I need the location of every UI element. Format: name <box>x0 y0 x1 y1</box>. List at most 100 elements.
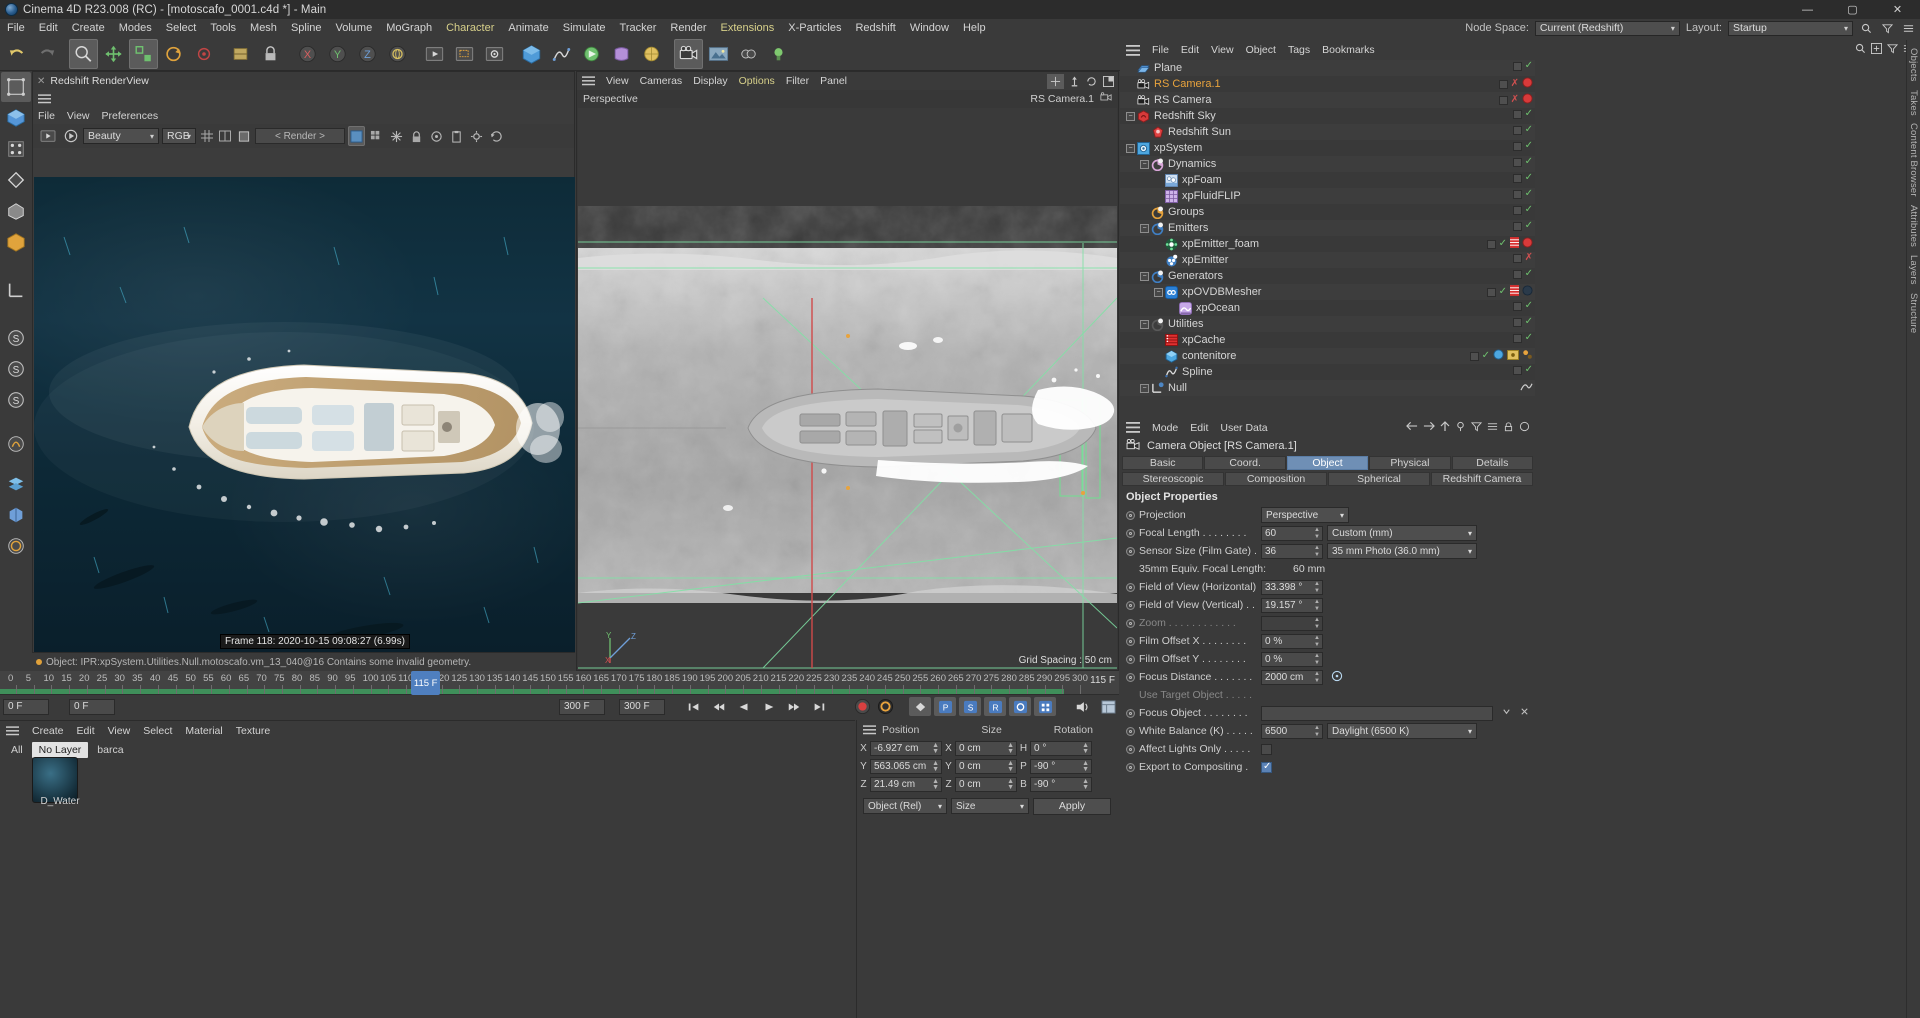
redshift-object-tag[interactable] <box>1522 77 1533 91</box>
object-tree-row[interactable]: −xpOVDBMesher✓ <box>1120 284 1535 300</box>
render-play-icon[interactable] <box>37 126 59 146</box>
om-menu-tags[interactable]: Tags <box>1288 44 1310 56</box>
object-tree-row[interactable]: RS Camera.1✗ <box>1120 76 1535 92</box>
dock-tab-attributes[interactable]: Attributes <box>1907 197 1919 247</box>
object-tree-row[interactable]: Spline✓ <box>1120 364 1535 380</box>
close-icon[interactable]: ✕ <box>37 76 45 87</box>
menu-mograph[interactable]: MoGraph <box>379 19 439 37</box>
object-tree-row[interactable]: −Dynamics✓ <box>1120 156 1535 172</box>
tool-edge-mode[interactable] <box>1 165 31 195</box>
redshift-object-tag[interactable] <box>1522 93 1533 107</box>
sound-icon[interactable] <box>1072 697 1094 716</box>
object-tree-row[interactable]: xpEmitter✗ <box>1120 252 1535 268</box>
object-tree-row[interactable]: xpOcean✓ <box>1120 300 1535 316</box>
z-axis-lock[interactable]: Z <box>353 39 382 69</box>
render-region-button[interactable] <box>450 39 479 69</box>
menu-create[interactable]: Create <box>65 19 112 37</box>
tree-expander-icon[interactable]: − <box>1140 384 1149 393</box>
object-tree-row[interactable]: −Redshift Sky✓ <box>1120 108 1535 124</box>
tool-layer-3[interactable] <box>1 531 31 561</box>
menu-help[interactable]: Help <box>956 19 993 37</box>
clipboard-icon[interactable] <box>448 126 465 146</box>
pick-icon[interactable] <box>428 126 445 146</box>
timeline-current-field[interactable]: 0 F <box>69 699 115 715</box>
om-menu-bookmarks[interactable]: Bookmarks <box>1322 44 1375 56</box>
animate-track-radio[interactable] <box>1126 655 1135 664</box>
autokey-icon[interactable] <box>875 697 895 716</box>
viewport-menu-options[interactable]: Options <box>739 75 775 87</box>
property-value-field[interactable]: 6500▲▼ <box>1261 724 1323 739</box>
enabled-check-icon[interactable]: ✓ <box>1499 287 1507 297</box>
disabled-x-icon[interactable]: ✗ <box>1511 79 1519 89</box>
object-tree-row[interactable]: −Null <box>1120 380 1535 396</box>
viewport-menu-panel[interactable]: Panel <box>820 75 847 87</box>
property-preset-select[interactable]: 35 mm Photo (36.0 mm)▾ <box>1327 543 1477 559</box>
param-key-icon[interactable] <box>1009 697 1031 716</box>
go-to-start-icon[interactable] <box>683 697 705 716</box>
om-menu-view[interactable]: View <box>1211 44 1234 56</box>
viewport-canvas[interactable]: Y Z X Grid Spacing : 50 cm <box>578 108 1117 670</box>
filter-icon[interactable] <box>1887 43 1898 57</box>
dynamics-tag[interactable] <box>1493 349 1504 363</box>
tool-make-editable[interactable] <box>1 103 31 133</box>
disabled-x-icon[interactable]: ✗ <box>1511 95 1519 105</box>
menu-simulate[interactable]: Simulate <box>556 19 613 37</box>
phong-tag[interactable] <box>1522 349 1533 363</box>
maximize-button[interactable]: ▢ <box>1830 0 1875 19</box>
world-coordinate-toggle[interactable] <box>383 39 412 69</box>
picture-viewer-button[interactable] <box>704 39 733 69</box>
move-icon[interactable] <box>1047 74 1064 89</box>
menu-spline[interactable]: Spline <box>284 19 329 37</box>
visibility-dots-tag[interactable] <box>1513 206 1522 215</box>
delete-link-icon[interactable] <box>1519 706 1530 720</box>
scale-icon[interactable] <box>1067 74 1081 88</box>
forward-icon[interactable] <box>1423 421 1435 434</box>
layout-icon[interactable] <box>1101 74 1115 88</box>
menu-extensions[interactable]: Extensions <box>713 19 781 37</box>
camera-button[interactable] <box>674 39 703 69</box>
display-tag[interactable] <box>1507 350 1519 363</box>
attribute-hamburger[interactable] <box>1126 422 1140 433</box>
cube-primitive-button[interactable] <box>517 39 546 69</box>
keyframe-selection-icon[interactable] <box>909 697 931 716</box>
am-menu-user-data[interactable]: User Data <box>1220 422 1267 434</box>
position-key-icon[interactable]: P <box>934 697 956 716</box>
enabled-check-icon[interactable]: ✓ <box>1499 239 1507 249</box>
object-tree-row[interactable]: RS Camera✗ <box>1120 92 1535 108</box>
pin-icon[interactable] <box>1455 421 1466 435</box>
timeline-start-field[interactable]: 0 F <box>3 699 49 715</box>
animate-track-radio[interactable] <box>1126 727 1135 736</box>
stage-button[interactable] <box>734 39 763 69</box>
material-menu-texture[interactable]: Texture <box>236 725 270 737</box>
object-tree-row[interactable]: xpEmitter_foam✓ <box>1120 236 1535 252</box>
history-icon[interactable] <box>488 126 505 146</box>
object-tree-row[interactable]: contenitore✓ <box>1120 348 1535 364</box>
enabled-check-icon[interactable]: ✓ <box>1525 61 1533 71</box>
material-menu-view[interactable]: View <box>108 725 131 737</box>
animate-track-radio[interactable] <box>1126 547 1135 556</box>
object-tree-row[interactable]: xpFoam✓ <box>1120 172 1535 188</box>
axis-lock-toggle[interactable] <box>256 39 285 69</box>
size-field[interactable]: 0 cm▲▼ <box>955 741 1017 756</box>
visibility-dots-tag[interactable] <box>1513 62 1522 71</box>
timeline-playhead[interactable]: 115 F <box>411 671 441 695</box>
scale-key-icon[interactable]: S <box>959 697 981 716</box>
filter-icon[interactable] <box>1471 421 1482 435</box>
dock-tab-content-browser[interactable]: Content Browser <box>1907 115 1919 197</box>
position-field[interactable]: 21.49 cm▲▼ <box>870 777 942 792</box>
search-icon[interactable] <box>1855 43 1866 57</box>
tree-expander-icon[interactable]: − <box>1140 224 1149 233</box>
disabled-x-icon[interactable]: ✗ <box>1525 253 1533 263</box>
visibility-dots-tag[interactable] <box>1513 142 1522 151</box>
menu-animate[interactable]: Animate <box>501 19 555 37</box>
options-icon[interactable] <box>1487 421 1498 435</box>
attribute-tab-details[interactable]: Details <box>1452 456 1533 470</box>
object-manager-hamburger[interactable] <box>1126 45 1140 56</box>
redo-button[interactable] <box>32 39 61 69</box>
visibility-dots-tag[interactable] <box>1513 222 1522 231</box>
visibility-dots-tag[interactable] <box>1513 254 1522 263</box>
object-tree-row[interactable]: xpFluidFLIP✓ <box>1120 188 1535 204</box>
filter-icon[interactable] <box>1880 21 1895 36</box>
dock-tab-takes[interactable]: Takes <box>1907 82 1919 116</box>
object-tree-row[interactable]: −xpSystem✓ <box>1120 140 1535 156</box>
